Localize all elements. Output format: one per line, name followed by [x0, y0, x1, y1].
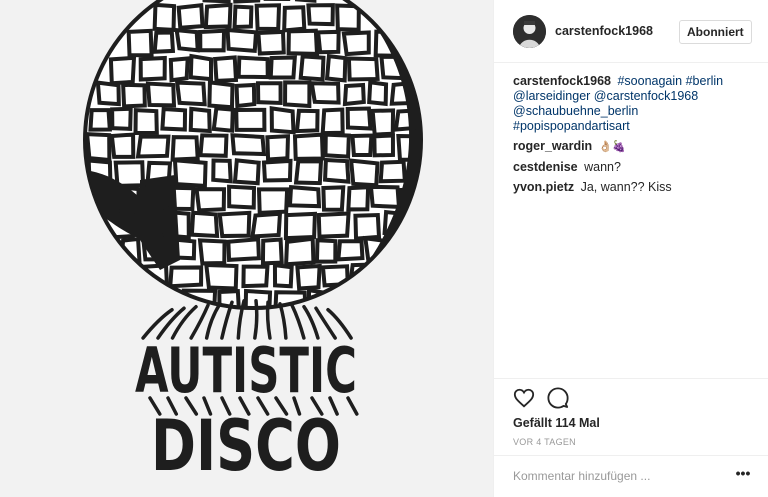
post-timestamp[interactable]: VOR 4 TAGEN	[513, 437, 576, 447]
post-header: carstenfock1968 Abonniert	[494, 0, 768, 63]
caption-username-link[interactable]: carstenfock1968	[513, 74, 611, 88]
post-actions: Gefällt 114 Mal VOR 4 TAGEN	[494, 378, 768, 448]
comment-username-link[interactable]: cestdenise	[513, 160, 578, 174]
artwork-text-disco: DISCO	[151, 405, 341, 487]
mention-link[interactable]: @schaubuehne_berlin	[513, 104, 638, 118]
comment-item: yvon.pietz Ja, wann?? Kiss	[513, 180, 758, 195]
likes-count[interactable]: Gefällt 114 Mal	[513, 416, 600, 430]
header-username-link[interactable]: carstenfock1968	[555, 24, 653, 38]
comment-icon[interactable]	[547, 387, 569, 409]
post-caption: carstenfock1968 #soonagain #berlin @lars…	[513, 74, 758, 134]
mention-link[interactable]: @carstenfock1968	[594, 89, 698, 103]
comment-text: Ja, wann?? Kiss	[580, 180, 672, 194]
comment-item: roger_wardin 👌🏼🍇	[513, 139, 758, 155]
hashtag-link[interactable]: #popispopandartisart	[513, 119, 630, 133]
user-avatar-icon[interactable]	[513, 15, 546, 48]
post-side-panel: carstenfock1968 Abonniert carstenfock196…	[493, 0, 768, 497]
hashtag-link[interactable]: #berlin	[686, 74, 724, 88]
mention-link[interactable]: @larseidinger	[513, 89, 590, 103]
artwork-text-autistic: AUTISTIC	[135, 334, 357, 407]
artwork-lettering: AUTISTIC DISCO	[135, 334, 357, 487]
hashtag-link[interactable]: #soonagain	[617, 74, 682, 88]
comment-input[interactable]	[513, 466, 723, 486]
more-options-icon[interactable]: •••	[735, 466, 751, 484]
heart-icon[interactable]	[513, 387, 535, 409]
comment-username-link[interactable]: roger_wardin	[513, 139, 592, 153]
add-comment-bar: •••	[494, 455, 768, 497]
comments-list: carstenfock1968 #soonagain #berlin @lars…	[513, 74, 758, 200]
following-button[interactable]: Abonniert	[679, 20, 752, 44]
comment-item: cestdenise wann?	[513, 160, 758, 175]
comment-text: wann?	[584, 160, 621, 174]
comment-text: 👌🏼🍇	[598, 141, 627, 153]
post-image[interactable]: AUTISTIC DISCO	[0, 0, 493, 497]
disco-ball-drawing: AUTISTIC DISCO	[83, 0, 423, 487]
comment-username-link[interactable]: yvon.pietz	[513, 180, 574, 194]
